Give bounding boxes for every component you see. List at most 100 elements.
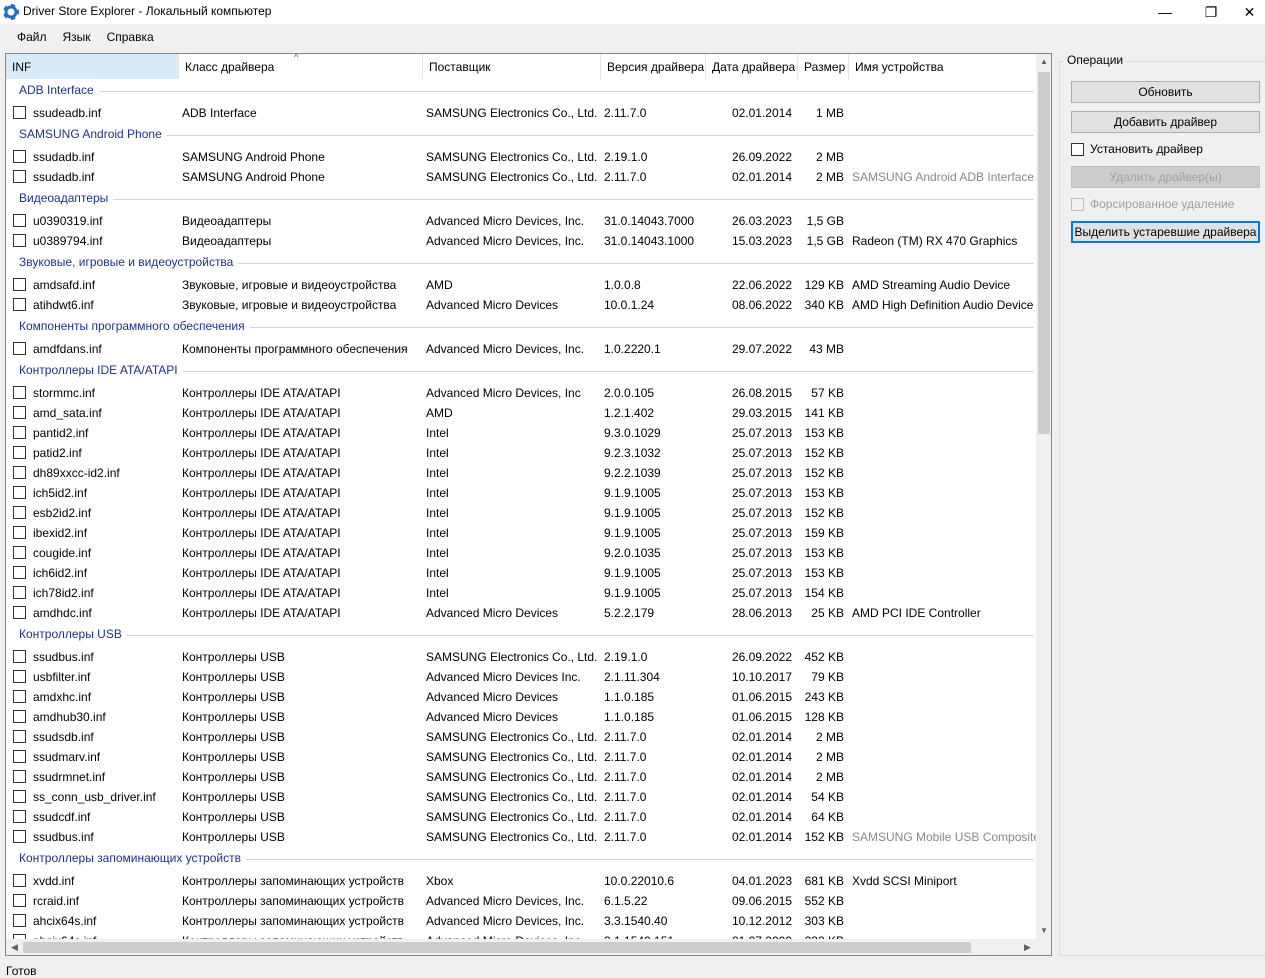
row-checkbox[interactable] — [13, 690, 26, 703]
install-driver-checkbox[interactable]: Установить драйвер — [1071, 141, 1203, 157]
group-header[interactable]: Контроллеры IDE ATA/ATAPI — [6, 359, 1036, 383]
row-checkbox[interactable] — [13, 426, 26, 439]
group-header[interactable]: Звуковые, игровые и видеоустройства — [6, 251, 1036, 275]
row-checkbox[interactable] — [13, 874, 26, 887]
driver-row[interactable]: pantid2.inf Контроллеры IDE ATA/ATAPI Inte… — [6, 423, 1036, 443]
driver-row[interactable]: dh89xxcc-id2.inf Контроллеры IDE ATA/ATAP… — [6, 463, 1036, 483]
row-checkbox[interactable] — [13, 546, 26, 559]
driver-row[interactable]: ahcix64s.inf Контроллеры запоминающих уст… — [6, 911, 1036, 931]
row-checkbox[interactable] — [13, 750, 26, 763]
group-header[interactable]: ADB Interface — [6, 79, 1036, 103]
driver-row[interactable]: amd_sata.inf Контроллеры IDE ATA/ATAPI AMD… — [6, 403, 1036, 423]
driver-row[interactable]: ich5id2.inf Контроллеры IDE ATA/ATAPI Inte… — [6, 483, 1036, 503]
row-checkbox[interactable] — [13, 914, 26, 927]
driver-row[interactable]: atihdwt6.inf Звуковые, игровые и видеоуст… — [6, 295, 1036, 315]
checkbox-box[interactable] — [1071, 197, 1084, 211]
column-header-class[interactable]: Класс драйвера — [179, 54, 422, 79]
add-driver-button[interactable]: Добавить драйвер — [1071, 111, 1260, 133]
driver-row[interactable]: ssudbus.inf Контроллеры USB SAMSUNG Electr… — [6, 647, 1036, 667]
driver-row[interactable]: amdsafd.inf Звуковые, игровые и видеоустр… — [6, 275, 1036, 295]
driver-row[interactable]: ich6id2.inf Контроллеры IDE ATA/ATAPI Inte… — [6, 563, 1036, 583]
row-checkbox[interactable] — [13, 234, 26, 247]
driver-row[interactable]: ss_conn_usb_driver.inf Контроллеры USB SAM… — [6, 787, 1036, 807]
driver-row[interactable]: amdhdc.inf Контроллеры IDE ATA/ATAPI Advan… — [6, 603, 1036, 623]
row-checkbox[interactable] — [13, 298, 26, 311]
horizontal-scroll-thumb[interactable] — [23, 942, 971, 953]
group-header[interactable]: Видеоадаптеры — [6, 187, 1036, 211]
menu-language[interactable]: Язык — [55, 27, 99, 47]
scroll-left-icon[interactable]: ◀ — [6, 939, 23, 955]
row-checkbox[interactable] — [13, 650, 26, 663]
group-header[interactable]: SAMSUNG Android Phone — [6, 123, 1036, 147]
column-header-date[interactable]: Дата драйвера — [706, 54, 797, 79]
driver-row[interactable]: amdhub30.inf Контроллеры USB Advanced Micr… — [6, 707, 1036, 727]
row-checkbox[interactable] — [13, 830, 26, 843]
row-checkbox[interactable] — [13, 810, 26, 823]
driver-row[interactable]: ssudrmnet.inf Контроллеры USB SAMSUNG Elec… — [6, 767, 1036, 787]
row-checkbox[interactable] — [13, 150, 26, 163]
row-checkbox[interactable] — [13, 406, 26, 419]
row-checkbox[interactable] — [13, 526, 26, 539]
row-checkbox[interactable] — [13, 342, 26, 355]
driver-row[interactable]: ssudadb.inf SAMSUNG Android Phone SAMSUNG … — [6, 167, 1036, 187]
driver-row[interactable]: u0390319.inf Видеоадаптеры Advanced Micro … — [6, 211, 1036, 231]
driver-row[interactable]: rcraid.inf Контроллеры запоминающих устро… — [6, 891, 1036, 911]
scroll-right-icon[interactable]: ▶ — [1019, 939, 1036, 955]
row-checkbox[interactable] — [13, 214, 26, 227]
driver-row[interactable]: stormmc.inf Контроллеры IDE ATA/ATAPI Adva… — [6, 383, 1036, 403]
row-checkbox[interactable] — [13, 170, 26, 183]
driver-row[interactable]: cougide.inf Контроллеры IDE ATA/ATAPI Inte… — [6, 543, 1036, 563]
horizontal-scrollbar[interactable]: ◀ ▶ — [6, 939, 1036, 955]
column-header-vendor[interactable]: Поставщик — [423, 54, 600, 79]
minimize-button[interactable]: — — [1142, 0, 1188, 24]
driver-row[interactable]: ssudeadb.inf ADB Interface SAMSUNG Electro… — [6, 103, 1036, 123]
menu-help[interactable]: Справка — [99, 27, 162, 47]
scroll-up-icon[interactable]: ▲ — [1036, 54, 1051, 70]
row-checkbox[interactable] — [13, 566, 26, 579]
row-checkbox[interactable] — [13, 106, 26, 119]
driver-row[interactable]: xvdd.inf Контроллеры запоминающих устройс… — [6, 871, 1036, 891]
row-checkbox[interactable] — [13, 278, 26, 291]
group-header[interactable]: Контроллеры USB — [6, 623, 1036, 647]
scroll-down-icon[interactable]: ▼ — [1036, 923, 1051, 939]
driver-row[interactable]: usbfilter.inf Контроллеры USB Advanced Mic… — [6, 667, 1036, 687]
column-header-version[interactable]: Версия драйвера — [601, 54, 705, 79]
driver-row[interactable]: u0389794.inf Видеоадаптеры Advanced Micro … — [6, 231, 1036, 251]
row-checkbox[interactable] — [13, 606, 26, 619]
row-checkbox[interactable] — [13, 466, 26, 479]
checkbox-box[interactable] — [1071, 142, 1084, 156]
force-delete-checkbox[interactable]: Форсированное удаление — [1071, 196, 1234, 212]
vertical-scroll-thumb[interactable] — [1038, 72, 1050, 434]
row-checkbox[interactable] — [13, 486, 26, 499]
refresh-button[interactable]: Обновить — [1071, 81, 1260, 103]
driver-row[interactable]: ssudadb.inf SAMSUNG Android Phone SAMSUNG … — [6, 147, 1036, 167]
row-checkbox[interactable] — [13, 770, 26, 783]
column-header-size[interactable]: Размер — [798, 54, 848, 79]
driver-row[interactable]: amdxhc.inf Контроллеры USB Advanced Micro … — [6, 687, 1036, 707]
maximize-button[interactable]: ❐ — [1188, 0, 1234, 24]
row-checkbox[interactable] — [13, 670, 26, 683]
row-checkbox[interactable] — [13, 386, 26, 399]
column-header-device[interactable]: Имя устройства — [849, 54, 1036, 79]
row-checkbox[interactable] — [13, 730, 26, 743]
column-header-inf[interactable]: INF — [6, 54, 178, 79]
select-old-drivers-button[interactable]: Выделить устаревшие драйвера — [1071, 221, 1260, 243]
vertical-scrollbar[interactable]: ▲ ▼ — [1036, 54, 1051, 939]
driver-row[interactable]: ssudsdb.inf Контроллеры USB SAMSUNG Electr… — [6, 727, 1036, 747]
driver-row[interactable]: ibexid2.inf Контроллеры IDE ATA/ATAPI Inte… — [6, 523, 1036, 543]
close-button[interactable]: ✕ — [1234, 0, 1265, 24]
group-header[interactable]: Контроллеры запоминающих устройств — [6, 847, 1036, 871]
driver-row[interactable]: amdfdans.inf Компоненты программного обес… — [6, 339, 1036, 359]
row-checkbox[interactable] — [13, 586, 26, 599]
driver-row[interactable]: ssudcdf.inf Контроллеры USB SAMSUNG Electr… — [6, 807, 1036, 827]
driver-list[interactable]: INF Класс драйвера ^ Поставщик Версия др… — [5, 53, 1052, 956]
driver-row[interactable]: patid2.inf Контроллеры IDE ATA/ATAPI Intel… — [6, 443, 1036, 463]
delete-drivers-button[interactable]: Удалить драйвер(ы) — [1071, 166, 1260, 188]
row-checkbox[interactable] — [13, 894, 26, 907]
driver-row[interactable]: esb2id2.inf Контроллеры IDE ATA/ATAPI Inte… — [6, 503, 1036, 523]
row-checkbox[interactable] — [13, 710, 26, 723]
row-checkbox[interactable] — [13, 506, 26, 519]
row-checkbox[interactable] — [13, 446, 26, 459]
driver-row[interactable]: ssudmarv.inf Контроллеры USB SAMSUNG Elect… — [6, 747, 1036, 767]
driver-row[interactable]: ich78id2.inf Контроллеры IDE ATA/ATAPI Int… — [6, 583, 1036, 603]
